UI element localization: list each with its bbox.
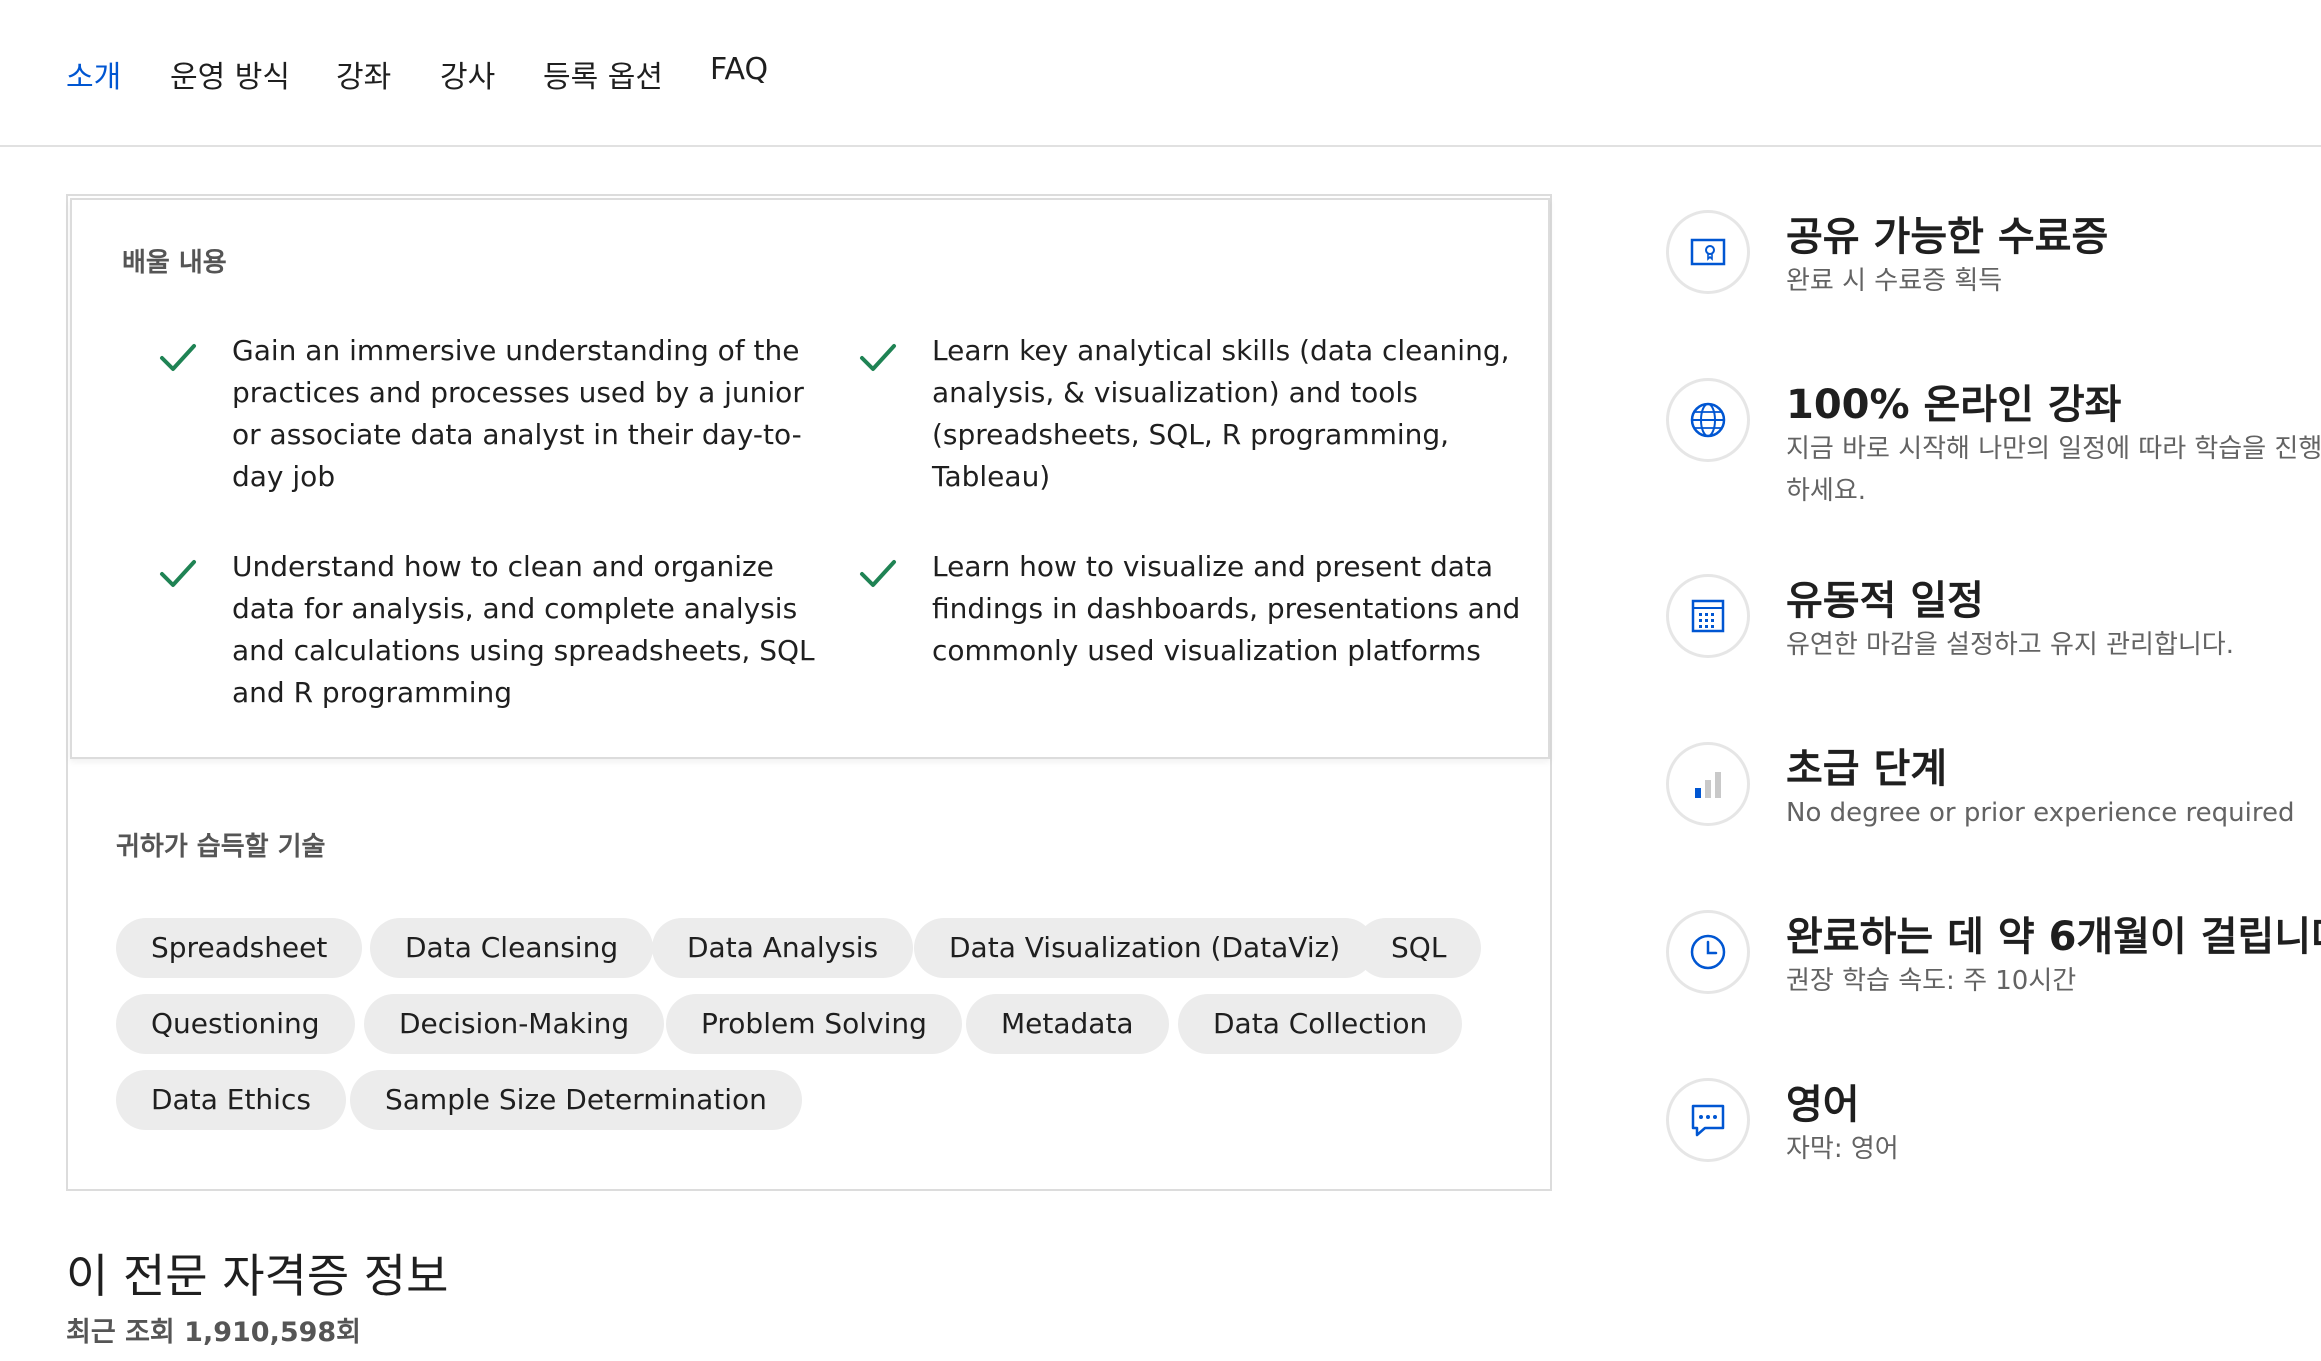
feature-title: 완료하는 데 약 6개월이 걸립니다 [1786, 914, 2321, 960]
tab-courses[interactable]: 강좌 [336, 52, 391, 96]
tab-faq[interactable]: FAQ [710, 52, 768, 87]
feature-title: 공유 가능한 수료증 [1786, 214, 2109, 260]
feature-title: 100% 온라인 강좌 [1786, 382, 2122, 428]
checkmark-icon [860, 560, 896, 587]
skill-chip[interactable]: Metadata [966, 994, 1169, 1054]
feature-subtitle: No degree or prior experience required [1786, 798, 2295, 828]
feature-subtitle: 유연한 마감을 설정하고 유지 관리합니다. [1786, 630, 2234, 660]
skills-heading: 귀하가 습득할 기술 [116, 832, 326, 862]
feature-subtitle: 완료 시 수료증 획득 [1786, 266, 2003, 296]
checkmark-icon [160, 560, 196, 587]
clock-icon [1666, 910, 1750, 994]
chat-bubble-icon [1666, 1078, 1750, 1162]
skill-chip[interactable]: Data Analysis [652, 918, 914, 978]
skill-chip[interactable]: Data Visualization (DataViz) [914, 918, 1376, 978]
recent-views-count: 최근 조회 1,910,598회 [66, 1317, 362, 1348]
tab-instructors[interactable]: 강사 [440, 52, 495, 96]
skill-chip[interactable]: Decision-Making [364, 994, 665, 1054]
skill-chip[interactable]: Spreadsheet [116, 918, 363, 978]
learn-item-text: Learn key analytical skills (data cleani… [932, 334, 1510, 493]
about-certificate-heading: 이 전문 자격증 정보 [66, 1249, 449, 1303]
what-you-will-learn-panel: 배울 내용 Gain an immersive understanding of… [70, 198, 1550, 759]
skill-chip[interactable]: Data Collection [1178, 994, 1463, 1054]
feature-subtitle: 자막: 영어 [1786, 1134, 1899, 1164]
feature-subtitle: 권장 학습 속도: 주 10시간 [1786, 966, 2077, 996]
skill-chip[interactable]: SQL [1356, 918, 1482, 978]
tab-how-it-works[interactable]: 운영 방식 [170, 52, 290, 96]
feature-title: 영어 [1786, 1082, 1860, 1128]
skill-chip[interactable]: Questioning [116, 994, 355, 1054]
skill-chip[interactable]: Data Ethics [116, 1070, 346, 1130]
certificate-icon [1666, 210, 1750, 294]
learn-item-text: Learn how to visualize and present data … [932, 550, 1521, 667]
checkmark-icon [160, 344, 196, 371]
level-bars-icon [1666, 742, 1750, 826]
tab-intro[interactable]: 소개 [66, 52, 121, 96]
skill-chip[interactable]: Sample Size Determination [350, 1070, 802, 1130]
calendar-icon [1666, 574, 1750, 658]
feature-title: 유동적 일정 [1786, 578, 1984, 624]
learn-item-text: Understand how to clean and organize dat… [232, 550, 815, 709]
what-you-will-learn-heading: 배울 내용 [122, 248, 227, 278]
skill-chip[interactable]: Data Cleansing [370, 918, 654, 978]
checkmark-icon [860, 344, 896, 371]
course-overview-card: 배울 내용 Gain an immersive understanding of… [66, 194, 1552, 1191]
tab-enrollment-options[interactable]: 등록 옵션 [543, 52, 663, 96]
skill-chip[interactable]: Problem Solving [666, 994, 962, 1054]
top-nav: 소개 운영 방식 강좌 강사 등록 옵션 FAQ [0, 0, 2321, 147]
globe-icon [1666, 378, 1750, 462]
feature-subtitle: 지금 바로 시작해 나만의 일정에 따라 학습을 진행하세요. [1786, 434, 2321, 506]
learn-item-text: Gain an immersive understanding of the p… [232, 334, 804, 493]
feature-title: 초급 단계 [1786, 746, 1948, 792]
